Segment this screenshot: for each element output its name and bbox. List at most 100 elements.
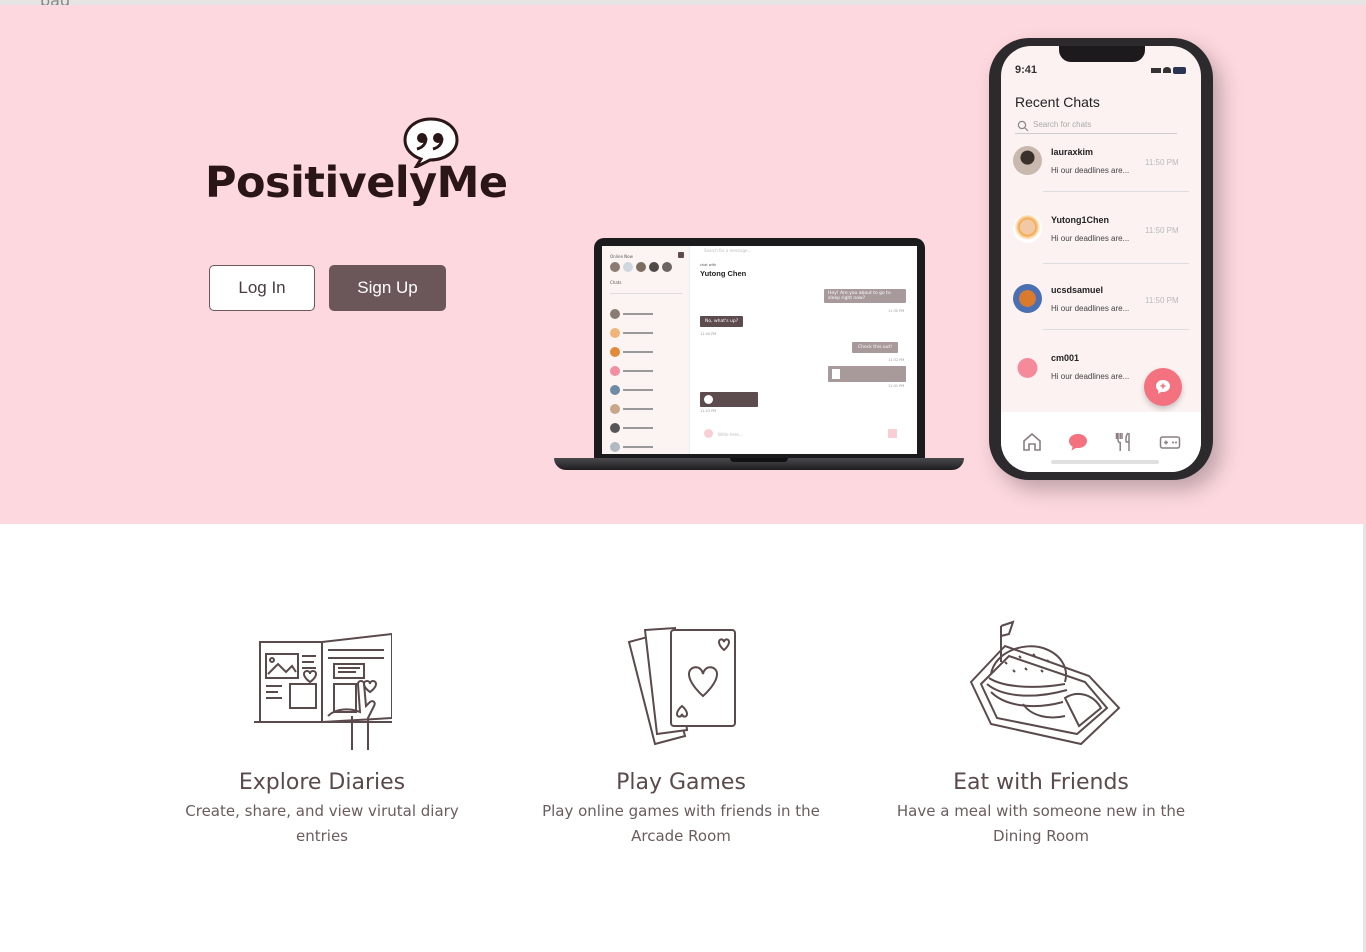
list-item[interactable] bbox=[610, 418, 686, 437]
chat-row[interactable]: ucsdsamuel Hi our deadlines are... 11:50… bbox=[1013, 284, 1191, 344]
chat-time: 11:50 PM bbox=[1145, 158, 1179, 167]
chat-time: 11:50 PM bbox=[1145, 296, 1179, 305]
message-bubble: No, what's up? bbox=[700, 316, 744, 327]
home-icon[interactable] bbox=[1021, 432, 1043, 452]
feature-title: Play Games bbox=[616, 770, 746, 795]
avatar bbox=[1013, 146, 1042, 175]
new-chat-icon bbox=[1156, 380, 1170, 394]
chat-row[interactable]: lauraxkim Hi our deadlines are... 11:50 … bbox=[1013, 146, 1191, 206]
game-icon[interactable] bbox=[1159, 432, 1181, 452]
laptop-chat-main: Search for a message... chat with Yutong… bbox=[690, 246, 917, 454]
login-button[interactable]: Log In bbox=[209, 265, 315, 311]
message-time: 11:40 PM bbox=[700, 332, 717, 336]
message-search-input[interactable]: Search for a message... bbox=[704, 248, 751, 253]
chats-label: Chats bbox=[610, 280, 622, 285]
divider bbox=[1043, 329, 1189, 330]
status-icons bbox=[1151, 66, 1187, 74]
play-icon[interactable] bbox=[704, 395, 713, 404]
feature-title: Explore Diaries bbox=[238, 770, 406, 795]
diary-icon bbox=[254, 632, 392, 750]
signal-icon bbox=[1151, 68, 1161, 73]
message-bubble: Check this out! bbox=[852, 342, 899, 353]
feature-description: Play online games with friends in the Ar… bbox=[542, 802, 820, 845]
status-time: 9:41 bbox=[1015, 64, 1038, 76]
laptop-sidebar: Online Now Chats bbox=[602, 246, 690, 454]
avatar[interactable] bbox=[610, 262, 620, 272]
laptop-lid: Online Now Chats Search for a message...… bbox=[594, 238, 925, 460]
battery-icon bbox=[1173, 67, 1186, 74]
feature-dining: Eat with Friends Have a meal with someon… bbox=[891, 612, 1191, 849]
chat-preview: Hi our deadlines are... bbox=[1051, 166, 1130, 175]
list-item[interactable] bbox=[610, 304, 686, 323]
brand-logo: PositivelyMe bbox=[205, 158, 508, 208]
message-time: 11:32 PM bbox=[888, 358, 905, 362]
list-item[interactable] bbox=[610, 399, 686, 418]
chat-search-placeholder: Search for chats bbox=[1033, 120, 1092, 129]
list-item[interactable] bbox=[610, 323, 686, 342]
laptop-mockup: Online Now Chats Search for a message...… bbox=[554, 238, 966, 474]
message-bubble: Hey! Are you about to go to sleep right … bbox=[824, 289, 906, 303]
divider bbox=[1043, 191, 1189, 192]
laptop-notch bbox=[730, 458, 788, 462]
hero-section: PositivelyMe Log In Sign Up Online Now C… bbox=[0, 5, 1366, 524]
page: pag PositivelyMe Log In Sign Up Online N… bbox=[0, 0, 1366, 952]
message-time: 11:23 PM bbox=[700, 409, 717, 413]
chat-name: lauraxkim bbox=[1051, 147, 1094, 157]
feature-description: Have a meal with someone new in the Dini… bbox=[896, 802, 1186, 845]
file-icon bbox=[832, 369, 840, 379]
avatar bbox=[1013, 284, 1042, 313]
emoji-icon[interactable] bbox=[704, 429, 713, 438]
list-item[interactable] bbox=[610, 361, 686, 380]
chat-with-label: chat with bbox=[700, 263, 717, 267]
avatar[interactable] bbox=[623, 262, 633, 272]
chat-time: 11:50 PM bbox=[1145, 226, 1179, 235]
chat-preview: Hi our deadlines are... bbox=[1051, 234, 1130, 243]
chat-name: Yutong1Chen bbox=[1051, 215, 1109, 225]
recent-chats-title: Recent Chats bbox=[1015, 94, 1100, 110]
voice-message[interactable] bbox=[700, 392, 758, 407]
feature-description: Create, share, and view virutal diary en… bbox=[185, 802, 459, 845]
menu-icon[interactable] bbox=[678, 252, 684, 258]
chat-row[interactable]: Yutong1Chen Hi our deadlines are... 11:5… bbox=[1013, 214, 1191, 274]
chat-search-input[interactable]: Search for chats bbox=[1015, 118, 1177, 134]
wifi-icon bbox=[1163, 67, 1171, 73]
dining-icon[interactable] bbox=[1113, 432, 1135, 452]
feature-games: Play Games Play online games with friend… bbox=[531, 612, 831, 849]
online-now-label: Online Now bbox=[610, 254, 633, 259]
list-item[interactable] bbox=[610, 437, 686, 454]
divider bbox=[1043, 263, 1189, 264]
new-chat-button[interactable] bbox=[1144, 368, 1182, 406]
avatar[interactable] bbox=[662, 262, 672, 272]
message-input[interactable]: Write here... bbox=[718, 432, 743, 437]
chat-preview: Hi our deadlines are... bbox=[1051, 372, 1130, 381]
phone-notch bbox=[1059, 46, 1145, 62]
laptop-screen: Online Now Chats Search for a message...… bbox=[602, 246, 917, 454]
avatar[interactable] bbox=[636, 262, 646, 272]
search-icon bbox=[1017, 120, 1029, 132]
message-time: 11:30 PM bbox=[888, 309, 905, 313]
chat-header-name: Yutong Chen bbox=[700, 269, 747, 278]
burger-icon bbox=[969, 620, 1121, 746]
send-icon[interactable] bbox=[888, 429, 897, 438]
phone-screen: 9:41 Recent Chats Search for chats laura… bbox=[1001, 46, 1201, 472]
chat-name: ucsdsamuel bbox=[1051, 285, 1104, 295]
message-time: 11:41 PM bbox=[888, 384, 905, 388]
avatar bbox=[1013, 352, 1042, 381]
signup-button[interactable]: Sign Up bbox=[329, 265, 446, 311]
list-item[interactable] bbox=[610, 380, 686, 399]
chat-preview: Hi our deadlines are... bbox=[1051, 304, 1130, 313]
chat-icon[interactable] bbox=[1067, 432, 1089, 452]
chat-name: cm001 bbox=[1051, 353, 1080, 363]
feature-title: Eat with Friends bbox=[953, 770, 1129, 795]
list-item[interactable] bbox=[610, 342, 686, 361]
phone-mockup: 9:41 Recent Chats Search for chats laura… bbox=[989, 38, 1213, 480]
file-attachment[interactable] bbox=[828, 366, 906, 382]
avatar[interactable] bbox=[649, 262, 659, 272]
cards-icon bbox=[627, 626, 736, 746]
sidebar-search-input[interactable] bbox=[610, 288, 682, 294]
sidebar-chat-list bbox=[610, 304, 686, 454]
avatar bbox=[1013, 214, 1042, 243]
online-avatars bbox=[610, 262, 672, 272]
home-indicator bbox=[1051, 460, 1159, 464]
bottom-nav bbox=[1001, 412, 1201, 472]
